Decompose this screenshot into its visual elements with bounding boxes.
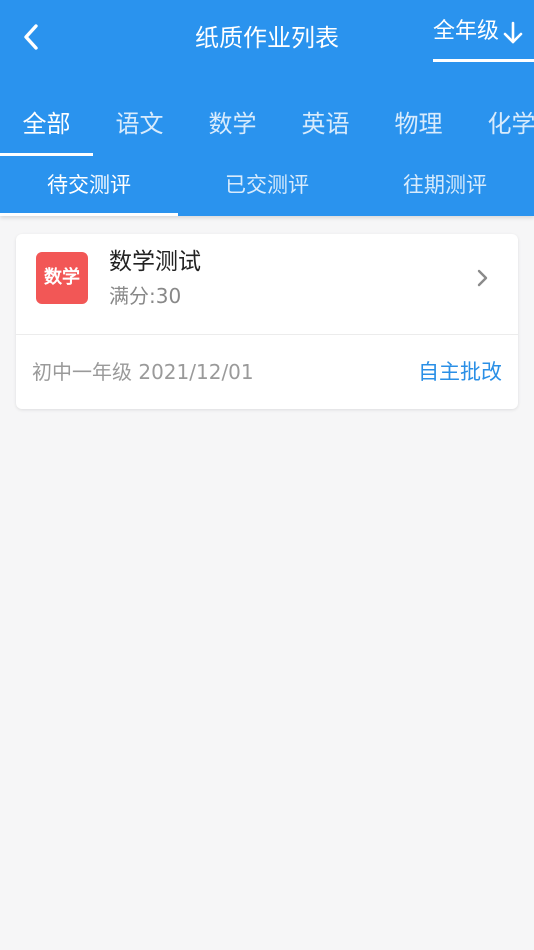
back-button[interactable] (14, 18, 48, 56)
tab-submitted-assessment[interactable]: 已交测评 (178, 156, 356, 216)
app-header: 纸质作业列表 全年级 全部 语文 数学 英语 物理 化学 待交测评 已交测评 往… (0, 0, 534, 216)
subject-badge: 数学 (36, 252, 88, 304)
chevron-right-icon (477, 269, 488, 287)
homework-full-score: 满分:30 (109, 284, 182, 308)
tab-math[interactable]: 数学 (186, 92, 279, 156)
homework-card: 数学 数学测试 满分:30 初中一年级 2021/12/01 自主批改 (16, 234, 518, 409)
arrow-down-icon (503, 21, 523, 44)
grade-filter-dropdown[interactable]: 全年级 (433, 12, 534, 62)
subject-tab-bar: 全部 语文 数学 英语 物理 化学 (0, 92, 534, 156)
grade-filter-label: 全年级 (433, 19, 500, 44)
self-grade-button[interactable]: 自主批改 (418, 355, 502, 389)
homework-title: 数学测试 (109, 249, 201, 275)
tab-past-assessment[interactable]: 往期测评 (356, 156, 534, 216)
tab-chemistry[interactable]: 化学 (465, 92, 534, 156)
status-tab-bar: 待交测评 已交测评 往期测评 (0, 156, 534, 216)
tab-all[interactable]: 全部 (0, 92, 93, 156)
homework-card-header[interactable]: 数学 数学测试 满分:30 (16, 234, 518, 335)
homework-card-footer: 初中一年级 2021/12/01 自主批改 (16, 335, 518, 409)
chevron-left-icon (24, 24, 38, 50)
homework-grade-date: 初中一年级 2021/12/01 (32, 360, 254, 384)
tab-pending-assessment[interactable]: 待交测评 (0, 156, 178, 216)
tab-chinese[interactable]: 语文 (93, 92, 186, 156)
tab-physics[interactable]: 物理 (372, 92, 465, 156)
tab-english[interactable]: 英语 (279, 92, 372, 156)
